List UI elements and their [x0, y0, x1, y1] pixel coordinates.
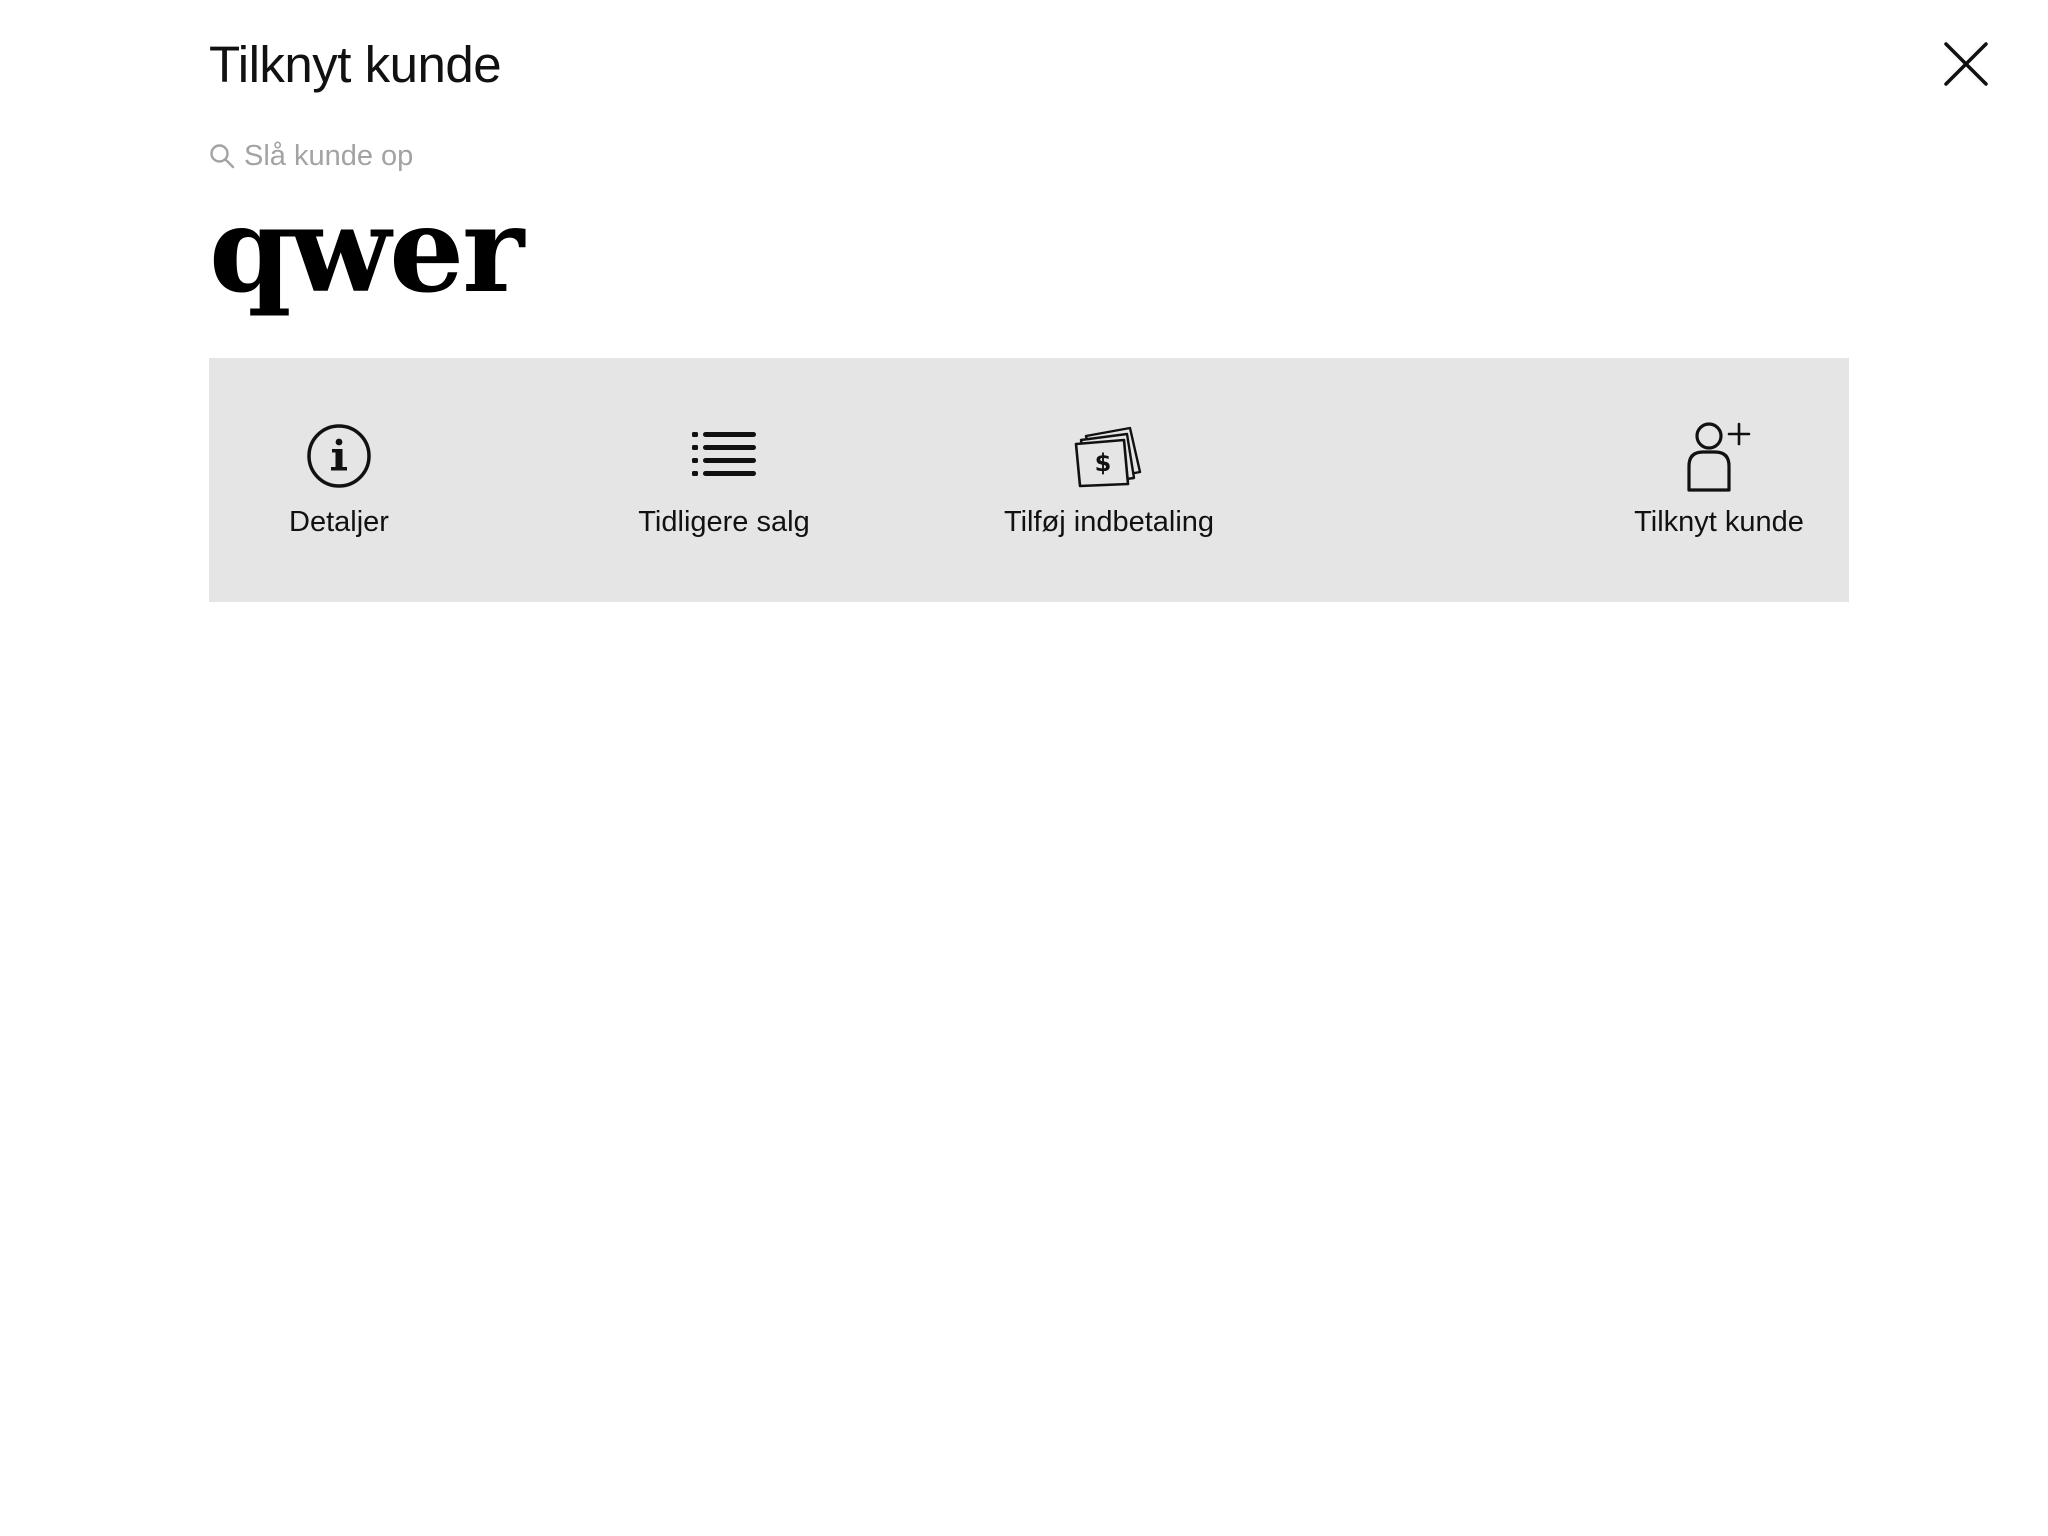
previous-sales-button[interactable]: Tidligere salg — [594, 358, 854, 602]
search-bar — [209, 136, 744, 176]
attach-customer-button[interactable]: Tilknyt kunde — [1589, 358, 1849, 602]
search-input[interactable] — [244, 139, 744, 173]
info-circle-icon — [307, 424, 371, 488]
attach-customer-label: Tilknyt kunde — [1634, 506, 1804, 538]
add-payment-button[interactable]: $ Tilføj indbetaling — [979, 358, 1239, 602]
cash-icon: $ — [1074, 426, 1142, 488]
close-button[interactable] — [1940, 38, 1992, 90]
list-icon — [692, 432, 756, 476]
search-icon — [210, 144, 235, 169]
previous-sales-label: Tidligere salg — [638, 506, 810, 538]
close-icon — [1944, 42, 1988, 86]
action-bar: Detaljer Tidligere salg $ Tilføj indbeta… — [209, 358, 1849, 602]
add-payment-label: Tilføj indbetaling — [1003, 506, 1215, 538]
add-person-icon — [1687, 422, 1751, 492]
details-button[interactable]: Detaljer — [209, 358, 469, 602]
details-label: Detaljer — [289, 506, 389, 538]
customer-name: qwer — [209, 180, 524, 319]
svg-text:$: $ — [1095, 449, 1112, 477]
customer-modal: Tilknyt kunde qwer Detaljer — [0, 0, 2048, 1536]
page-title: Tilknyt kunde — [209, 36, 502, 93]
